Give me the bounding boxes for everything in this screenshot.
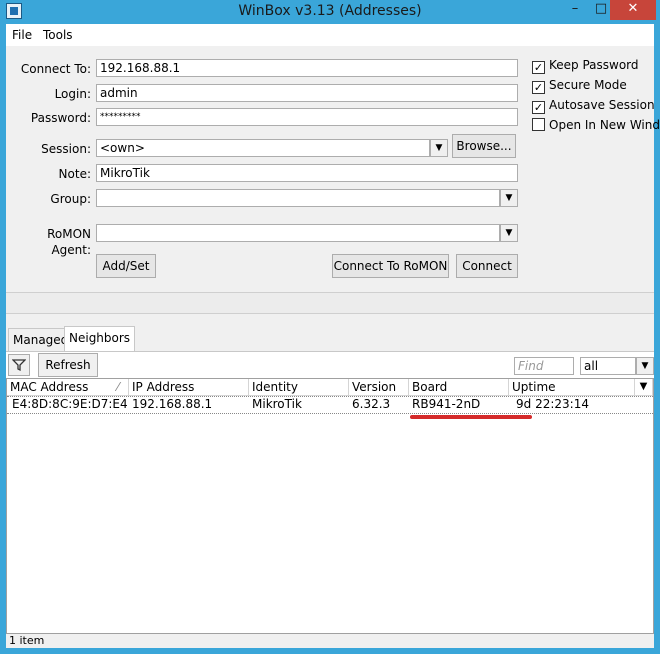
neighbors-toolbar: Refresh Find all ▼ [6, 351, 654, 378]
column-header-uptime[interactable]: Uptime [509, 379, 635, 396]
romon-agent-field[interactable] [96, 224, 500, 242]
close-button[interactable]: ✕ [610, 0, 656, 20]
column-header-identity[interactable]: Identity [249, 379, 349, 396]
group-dropdown-icon[interactable]: ▼ [500, 189, 518, 207]
cell-mac: E4:8D:8C:9E:D7:E4 [12, 397, 128, 411]
autosave-session-label: Autosave Session [549, 98, 655, 112]
romon-agent-label: RoMON Agent: [47, 227, 91, 257]
item-count: 1 item [9, 634, 45, 647]
cell-board: RB941-2nD [412, 397, 481, 411]
browse-button[interactable]: Browse... [452, 134, 516, 158]
autosave-session-checkbox[interactable]: ✓ Autosave Session [532, 98, 655, 114]
column-chooser-icon[interactable]: ▼ [635, 379, 653, 396]
open-in-new-window-checkbox[interactable]: Open In New Window [532, 118, 660, 134]
board-highlight-underline [410, 415, 532, 419]
session-label: Session: [41, 142, 91, 156]
cell-uptime: 9d 22:23:14 [516, 397, 589, 411]
session-field[interactable]: <own> [96, 139, 430, 157]
column-header-version[interactable]: Version [349, 379, 409, 396]
note-field[interactable]: MikroTik [96, 164, 518, 182]
minimize-button[interactable]: – [562, 0, 588, 20]
password-field[interactable]: ********* [96, 108, 518, 126]
cell-version: 6.32.3 [352, 397, 391, 411]
login-label: Login: [54, 87, 91, 101]
cell-ip: 192.168.88.1 [132, 397, 213, 411]
checkbox-icon: ✓ [532, 101, 545, 114]
window-client-area: File Tools Connect To: 192.168.88.1 Logi… [6, 24, 660, 648]
sort-icon: ⁄ [117, 380, 120, 394]
open-in-new-window-label: Open In New Window [549, 118, 660, 132]
login-field[interactable]: admin [96, 84, 518, 102]
status-bar: 1 item [6, 634, 654, 648]
menu-tools[interactable]: Tools [43, 28, 73, 42]
connect-button[interactable]: Connect [456, 254, 518, 278]
filter-icon [11, 359, 27, 372]
filter-select[interactable]: all [580, 357, 636, 375]
column-header-board[interactable]: Board [409, 379, 509, 396]
checkbox-icon: ✓ [532, 81, 545, 94]
column-header-ip[interactable]: IP Address [129, 379, 249, 396]
menu-bar: File Tools [6, 24, 654, 46]
secure-mode-checkbox[interactable]: ✓ Secure Mode [532, 78, 627, 94]
group-label: Group: [50, 192, 91, 206]
connect-to-field[interactable]: 192.168.88.1 [96, 59, 518, 77]
refresh-button[interactable]: Refresh [38, 353, 98, 377]
find-input[interactable]: Find [514, 357, 574, 375]
connect-to-label: Connect To: [20, 62, 91, 76]
add-set-button[interactable]: Add/Set [96, 254, 156, 278]
password-label: Password: [30, 111, 91, 125]
tab-neighbors[interactable]: Neighbors [64, 326, 136, 352]
title-bar[interactable]: WinBox v3.13 (Addresses) – □ ✕ [0, 0, 660, 24]
filter-button[interactable] [8, 354, 30, 376]
connect-to-romon-button[interactable]: Connect To RoMON [332, 254, 449, 278]
window-title: WinBox v3.13 (Addresses) [238, 3, 422, 19]
checkbox-icon: ✓ [532, 61, 545, 74]
checkbox-icon [532, 118, 545, 131]
keep-password-label: Keep Password [549, 58, 639, 72]
keep-password-checkbox[interactable]: ✓ Keep Password [532, 58, 639, 74]
note-label: Note: [58, 167, 91, 181]
romon-dropdown-icon[interactable]: ▼ [500, 224, 518, 242]
filter-dropdown-icon[interactable]: ▼ [636, 357, 654, 375]
status-separator [6, 292, 654, 314]
menu-file[interactable]: File [12, 28, 32, 42]
session-dropdown-icon[interactable]: ▼ [430, 139, 448, 157]
winbox-window: WinBox v3.13 (Addresses) – □ ✕ File Tool… [0, 0, 660, 654]
secure-mode-label: Secure Mode [549, 78, 627, 92]
neighbors-table: MAC Address ⁄ IP Address Identity Version… [6, 378, 654, 634]
group-field[interactable] [96, 189, 500, 207]
column-header-mac[interactable]: MAC Address ⁄ [7, 379, 129, 396]
cell-identity: MikroTik [252, 397, 302, 411]
